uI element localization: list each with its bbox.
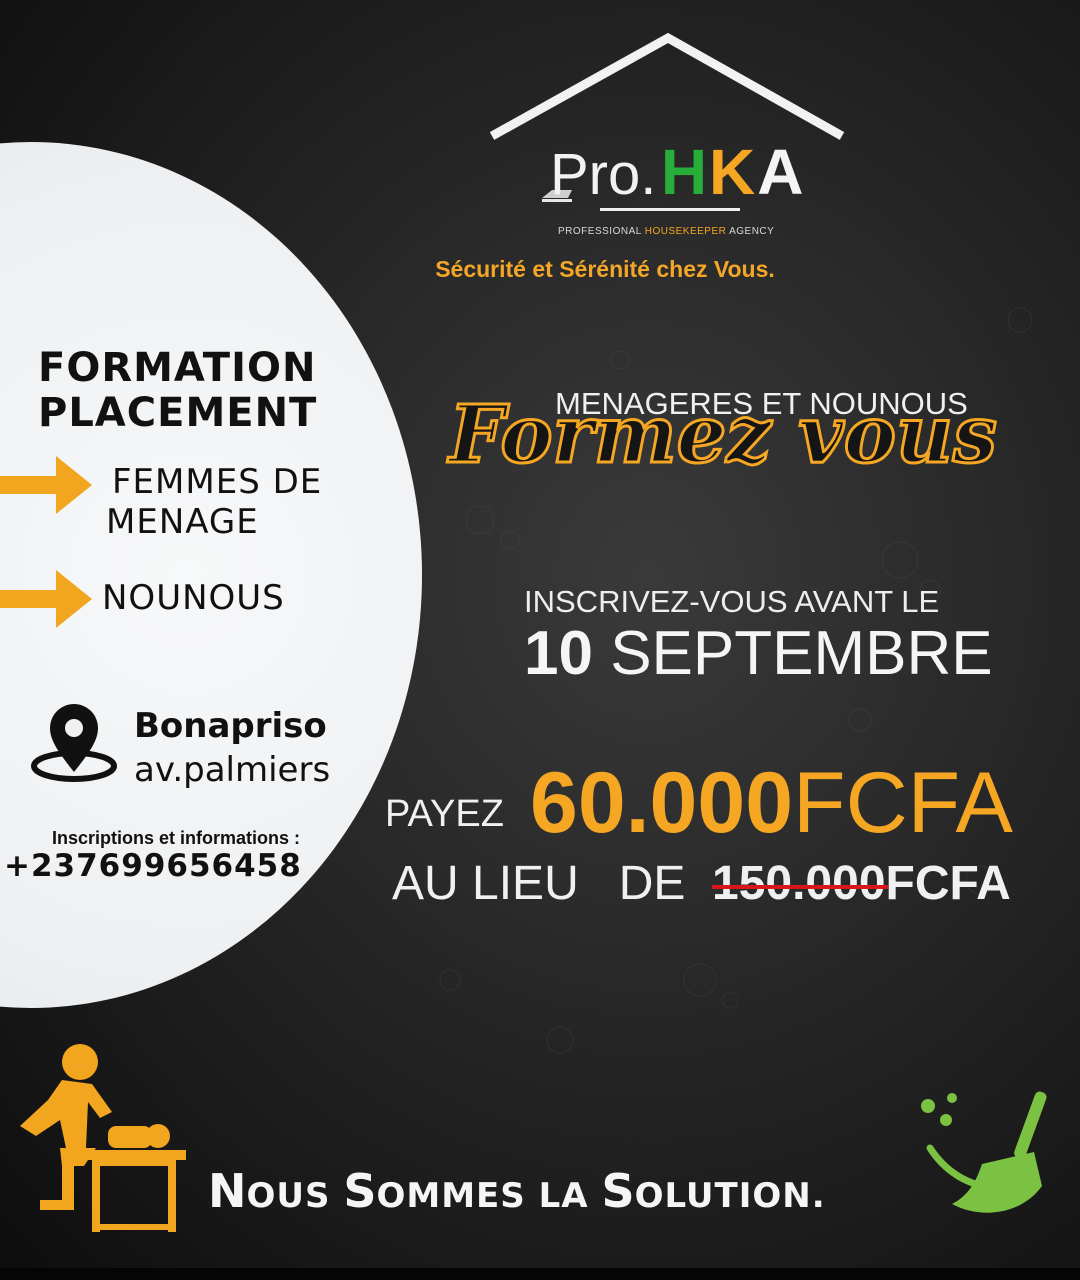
bottom-strip <box>0 1268 1080 1280</box>
logo-subtitle: PROFESSIONAL HOUSEKEEPER AGENCY <box>558 226 775 237</box>
instead-of-label: AU LIEU DE <box>392 857 699 910</box>
location-street: av.palmiers <box>134 750 331 790</box>
item-femmes-de-menage: FEMMES DE MENAGE <box>106 462 323 542</box>
logo-underline <box>600 208 740 211</box>
logo-wordmark: Pro. HKA <box>550 135 805 209</box>
slogan: NOUS SOMMES LA SOLUTION. <box>208 1164 826 1218</box>
old-price-number: 150.000 <box>712 857 888 910</box>
house-roof-icon <box>489 32 845 140</box>
contact-phone[interactable]: +237699656458 <box>4 848 302 884</box>
pay-label: PAYEZ <box>385 793 504 835</box>
location-pin-icon <box>31 704 117 782</box>
contact-label: Inscriptions et informations : <box>52 828 301 848</box>
new-price: 60.000FCFA <box>530 755 1013 851</box>
poster: Pro. HKA PROFESSIONAL HOUSEKEEPER AGENCY… <box>0 0 1080 1280</box>
item-nounous: NOUNOUS <box>102 578 285 618</box>
nanny-diaper-icon <box>20 1044 186 1232</box>
arrow-right-icon <box>0 456 92 514</box>
deadline-label: INSCRIVEZ-VOUS AVANT LE <box>524 584 940 619</box>
broom-icon <box>921 1091 1047 1213</box>
logo-hka: HKA <box>660 136 806 208</box>
logo-pro: Pro. <box>550 142 657 207</box>
deadline-date: 10 SEPTEMBRE <box>524 619 993 688</box>
arrow-right-icon <box>0 570 92 628</box>
formation-title: FORMATION PLACEMENT <box>38 345 318 436</box>
location-district: Bonapriso <box>134 706 327 746</box>
old-price: 150.000FCFA <box>712 857 1011 910</box>
formez-vous-text: Formez vous <box>447 387 997 476</box>
headline-formez-vous: Formez vous <box>446 386 999 476</box>
brand-logo: Pro. HKA PROFESSIONAL HOUSEKEEPER AGENCY <box>480 30 860 250</box>
